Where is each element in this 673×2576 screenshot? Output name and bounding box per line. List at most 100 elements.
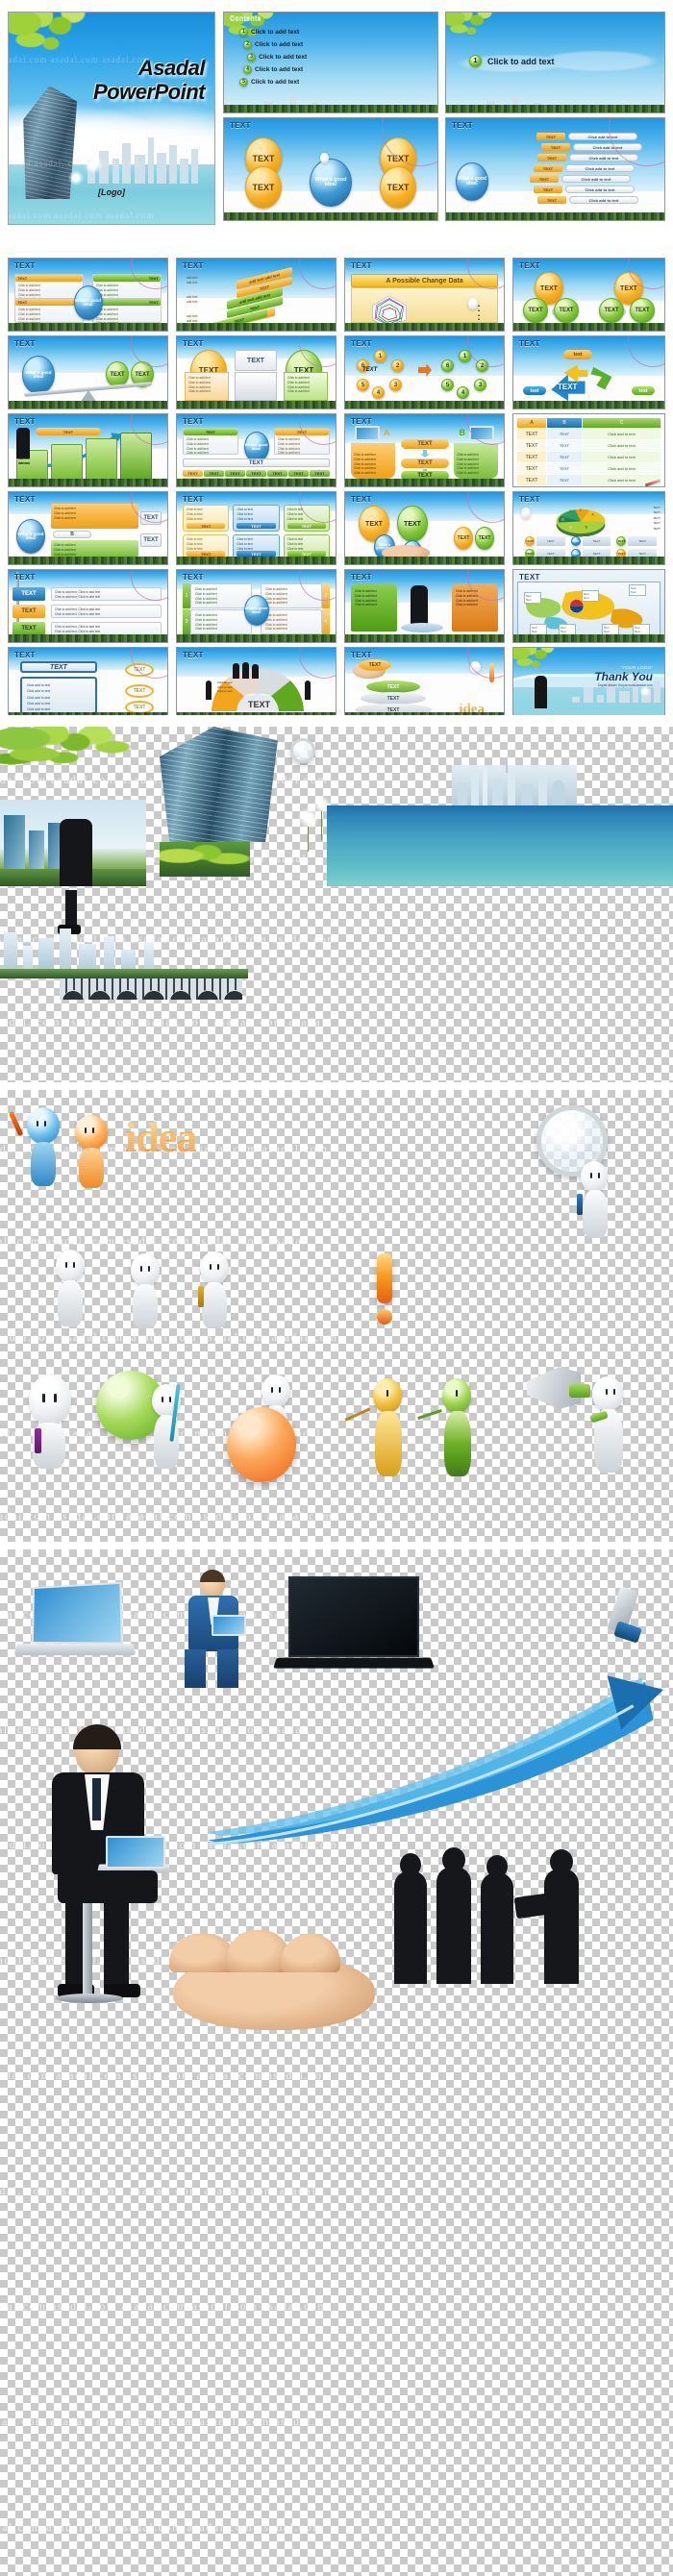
panel[interactable]: TEXT Click to add text Click to add text … [183, 428, 238, 455]
thumbnail-numbered-cycle[interactable]: TEXT 1 2 3 4 5 6 TEXT 1 2 3 4 5 6 [344, 335, 505, 409]
column[interactable]: Add textAdd textAdd text [18, 444, 83, 481]
center-bubble[interactable]: What a good idea! [310, 159, 352, 207]
quadrant[interactable]: Click to add text Click to add text Click… [261, 609, 322, 634]
chip[interactable]: TEXT TEXT [525, 536, 565, 546]
title-slide[interactable]: Asadal PowerPoint [Logo] asadal.com asad… [8, 12, 215, 225]
list-item[interactable]: 5 Click to add text [239, 78, 307, 87]
list-item[interactable]: TEXT Click add to text [530, 175, 631, 183]
thumbnail-abc-matrix-table[interactable]: TEXT A B C TEXT TEXT Click add to text T… [512, 413, 665, 487]
tag[interactable]: TEXT [140, 533, 162, 547]
column-head[interactable]: TEXT [235, 350, 277, 371]
thumbnail-four-quadrant-panels[interactable]: TEXT TEXT Click to add text Click to add … [8, 258, 168, 332]
right-panel[interactable]: Click to add text Click to add text Click… [454, 443, 498, 479]
bubble[interactable]: TEXT [380, 166, 416, 209]
list-item[interactable]: 4 Click to add text [243, 65, 307, 74]
center-bubble[interactable]: What a good idea! [456, 162, 488, 201]
thumbnail-two-row-signpost[interactable]: TEXT TEXT Click to add text, Click to ad… [8, 569, 168, 643]
cycle-node[interactable]: 3 [389, 379, 402, 391]
section-item[interactable]: 1 Click to add text [469, 55, 555, 67]
cycle-node[interactable]: 4 [372, 386, 385, 399]
column[interactable]: Add textAdd textAdd text [18, 438, 117, 481]
cycle-node[interactable]: 6 [441, 359, 454, 372]
left-panel[interactable]: Click to add text Click to add text Click… [351, 443, 395, 479]
center-bubble[interactable]: What a good idea! [73, 285, 103, 320]
title-box[interactable]: TEXT [20, 661, 97, 673]
thumbnail-semicircle-team[interactable]: TEXT TEXT Click to text Click to text Clic… [176, 647, 336, 721]
panel-b[interactable]: Click to add text Click to add text Click … [51, 540, 138, 557]
thumbnail-hand-bubbles[interactable]: TEXT TEXT TEXT TEXT TEXT What a good ide… [344, 491, 505, 565]
cycle-node[interactable]: 3 [474, 379, 486, 391]
top-tag[interactable]: text [563, 350, 592, 359]
bridge-skyline-asset [0, 911, 315, 1000]
thumbnail-six-card-grid[interactable]: TEXT Click to text Click to text Click to … [176, 491, 336, 565]
quadrant[interactable]: Click to add text Click to add text Click… [190, 583, 252, 608]
tree-node[interactable]: TEXT [599, 298, 624, 323]
list-item[interactable]: TEXT Click add to text [537, 196, 638, 204]
thumbnail-five-bubble-hub[interactable]: TEXT TEXT TEXT TEXT TEXT What a good ide… [223, 117, 438, 221]
list-item[interactable]: TEXT Click add to text [534, 186, 635, 193]
thumbnail-section-divider[interactable]: 1 Click to add text [445, 12, 665, 113]
thumbnail-businessman-two-panel[interactable]: TEXT Click to add text Click to add text … [344, 569, 505, 643]
thumbnail-recycle-arrows[interactable]: TEXT text text text TEXT [512, 335, 665, 409]
thumbnail-staircase-steps[interactable]: TEXT add text add text TEXT add text add… [176, 258, 336, 332]
left-panel[interactable]: Click to add text Click to add text Click… [351, 583, 397, 632]
chip[interactable]: TEXT TEXT [570, 536, 611, 546]
thumbnail-thank-you[interactable]: 'YOUR LOGO' Thank You Digital dream Utop… [512, 647, 665, 721]
thumbnail-ab-flow[interactable]: TEXT A B Click to add text Click to add t… [344, 413, 505, 487]
panel-a[interactable]: Click to add text Click to add text Click … [51, 504, 138, 529]
thumbnail-four-quadrant-numbered[interactable]: TEXT Click to add text Click to add text … [176, 569, 336, 643]
thumbnail-three-column-compare[interactable]: TEXT TEXT TEXT TEXT Click to add text Cli… [176, 335, 336, 409]
cycle-node[interactable]: 2 [391, 359, 404, 372]
cycle-node[interactable]: 4 [457, 386, 469, 399]
thumbnail-radar-chart[interactable]: TEXT A Possible Change Data ■ ■ ■ ■ [344, 258, 505, 332]
row-tag[interactable]: TEXT [12, 622, 45, 635]
row-panel[interactable]: Click to add text, Click to add text Clic… [51, 605, 162, 618]
funnel-item[interactable]: TEXT [125, 684, 154, 698]
row-tag[interactable]: TEXT [12, 587, 45, 601]
card[interactable]: Click to text Click to text Click to text … [183, 505, 230, 532]
center-bubble[interactable]: What a good idea! [22, 356, 55, 394]
thumbnail-layered-cake-idea[interactable]: TEXT TEXT TEXT TEXT TEXT idea [344, 647, 505, 721]
tree-node[interactable]: TEXT [523, 298, 548, 323]
side-tag[interactable]: text [632, 386, 655, 395]
thumbnail-pie-chart[interactable]: TEXT A F E D C B TEXT TEXT TEXT TEXT TEXT … [512, 491, 665, 565]
row-panel[interactable]: Click to add text, Click to add text Clic… [51, 622, 162, 635]
card[interactable]: Click to text Click to text Click to text … [233, 505, 280, 532]
tree-node[interactable]: TEXT [630, 298, 655, 323]
list-item[interactable]: 3 Click to add text [247, 53, 307, 62]
panel[interactable]: TEXT Click to add text Click to add text … [92, 298, 162, 325]
list-item[interactable]: 2 Click to add text [243, 40, 307, 49]
thumbnail-contents[interactable]: Contents 1 Click to add text 2 Click to … [223, 12, 438, 113]
bubble[interactable]: TEXT [454, 527, 473, 550]
cycle-node[interactable]: 5 [357, 379, 369, 391]
bubble[interactable]: TEXT [475, 527, 494, 550]
map-callout[interactable]: Text Text [582, 590, 599, 602]
list-box[interactable]: Click add to text Click add to text Click… [20, 677, 97, 717]
tree-node[interactable]: TEXT [554, 298, 579, 323]
list-item[interactable]: TEXT Click add to text [534, 164, 635, 172]
side-tag[interactable]: text [523, 386, 546, 395]
map-callout[interactable]: Text Text [629, 584, 646, 596]
cake-layer[interactable]: TEXT [359, 659, 391, 671]
cycle-node[interactable]: 5 [441, 379, 454, 391]
thumbnail-org-tree[interactable]: TEXT TEXT TEXT TEXT TEXT TEXT TEXT TEXT … [512, 258, 665, 332]
thumbnail-world-map[interactable]: TEXT Text Text Text Text Text Text Text T [512, 569, 665, 643]
center-bubble[interactable]: What a good idea! [243, 595, 269, 626]
quadrant[interactable]: Click to add text Click to add text Click… [190, 609, 252, 634]
map-callout[interactable]: Text Text [524, 592, 541, 604]
thumbnail-two-panel-table[interactable]: TEXT TEXT Click to add text Click to add … [176, 413, 336, 487]
thumbnail-seven-row-list[interactable]: TEXT What a good idea! TEXT Click add to… [445, 117, 665, 221]
thumbnail-funnel-list[interactable]: TEXT TEXT Click add to text Click add to … [8, 647, 168, 721]
flow-step[interactable]: TEXT [401, 458, 449, 468]
thumbnail-a-b-callout[interactable]: TEXT What a good idea! Click to add text… [8, 491, 168, 565]
chip[interactable]: TEXT TEXT [616, 536, 657, 546]
list-item[interactable]: 1 Click to add text [239, 28, 307, 37]
thumbnail-growth-arrow-steps[interactable]: TEXT TEXT Add text Add text Add text Add t… [8, 413, 168, 487]
cycle-node[interactable]: 1 [374, 350, 386, 362]
center-bubble[interactable]: What a good idea! [16, 519, 45, 554]
bubble[interactable]: TEXT [245, 166, 282, 209]
thumbnail-balance-scale[interactable]: TEXT What a good idea! TEXT TEXT [8, 335, 168, 409]
bubble[interactable]: TEXT [397, 506, 428, 542]
flow-step[interactable]: TEXT [401, 439, 449, 449]
row-tag[interactable]: TEXT [12, 605, 45, 618]
